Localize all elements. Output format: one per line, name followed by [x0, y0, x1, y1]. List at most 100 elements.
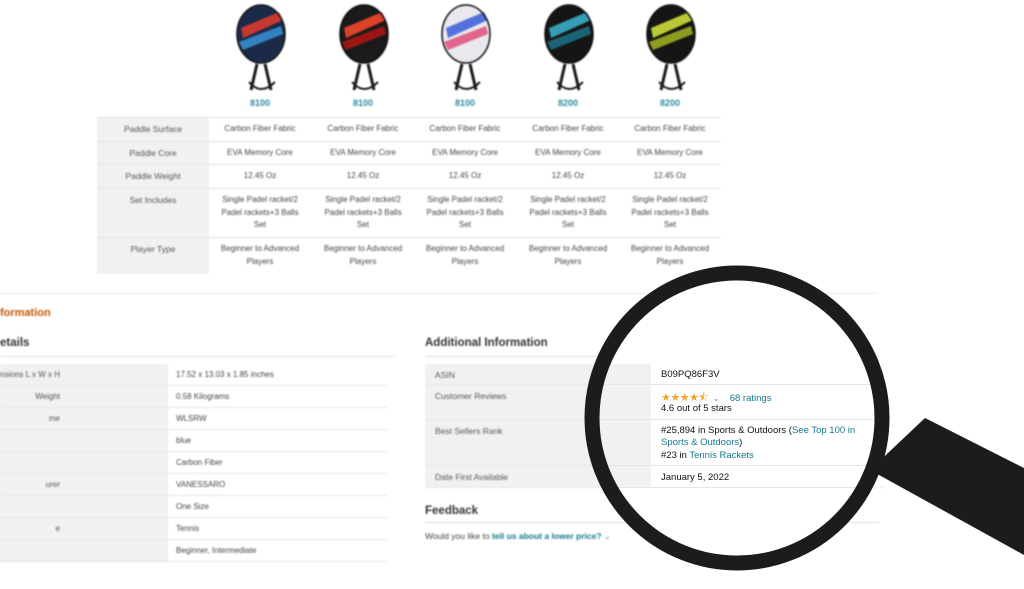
comparison-cell: Carbon Fiber Fabric [634, 124, 706, 133]
details-value: One Size [176, 502, 209, 511]
lens-row-divider [592, 465, 882, 466]
comparison-cell: 12.45 Oz [653, 171, 687, 180]
comparison-row: Player Type Beginner to Advanced Players B… [97, 237, 721, 274]
details-label [0, 452, 168, 473]
comparison-row: Set Includes Single Padel racket/2 Padel … [97, 188, 721, 238]
comparison-cell: Carbon Fiber Fabric [224, 124, 296, 133]
comparison-cell: Beginner to Advanced Players [425, 244, 505, 266]
details-label [0, 540, 168, 561]
paddle-racket-icon[interactable] [645, 4, 697, 94]
paddle-product[interactable]: 8100 [209, 0, 311, 115]
details-row: Weight 0.58 Kilograms [0, 386, 387, 408]
details-value: Tennis [176, 524, 200, 533]
comparison-cell: 12.45 Oz [448, 171, 482, 180]
comparison-cell: Carbon Fiber Fabric [429, 124, 501, 133]
comparison-cell: Beginner to Advanced Players [528, 244, 608, 266]
details-value: 0.58 Kilograms [176, 392, 230, 401]
comparison-cell: Single Padel racket/2 Padel rackets+3 Ba… [221, 195, 299, 229]
rank-1-text: #25,894 in Sports & Outdoors ( [661, 425, 792, 436]
customer-reviews-label: Customer Reviews [435, 391, 507, 401]
feedback-heading: Feedback [425, 505, 479, 517]
comparison-row-label: Paddle Weight [97, 165, 209, 189]
paddle-racket-icon[interactable] [543, 4, 595, 94]
comparison-cell: Carbon Fiber Fabric [532, 124, 604, 133]
rating-text: 4.6 out of 5 stars [661, 403, 732, 414]
comparison-cell: EVA Memory Core [330, 148, 396, 157]
technical-details-heading: etails [0, 337, 30, 349]
details-label [0, 430, 168, 451]
tennis-rackets-link[interactable]: Tennis Rackets [689, 450, 753, 461]
magnifier-lens: B09PQ86F3V ★★★★⯪ ⌄ 68 ratings 4.6 out of … [592, 273, 882, 563]
lens-row-divider [592, 419, 882, 420]
paddle-product[interactable]: 8100 [414, 0, 516, 115]
comparison-cell: Single Padel racket/2 Padel rackets+3 Ba… [529, 195, 607, 229]
details-row: One Size [0, 496, 387, 518]
paddle-racket-icon[interactable] [440, 4, 492, 94]
comparison-cell: EVA Memory Core [432, 148, 498, 157]
rank-line-1: #25,894 in Sports & Outdoors (See Top 10… [661, 425, 855, 436]
comparison-cell: EVA Memory Core [637, 148, 703, 157]
date-first-available-value: January 5, 2022 [661, 472, 730, 483]
paddle-model-link[interactable]: 8200 [517, 98, 619, 108]
ratings-count-link[interactable]: 68 ratings [730, 393, 772, 404]
best-sellers-rank-label: Best Sellers Rank [435, 426, 503, 436]
details-label: e [0, 518, 168, 539]
rank-line-2: Sports & Outdoors) [661, 437, 742, 448]
details-value: VANESSARO [176, 480, 226, 489]
details-heading-underline [0, 356, 395, 357]
product-information-heading: formation [0, 307, 51, 319]
asin-value: B09PQ86F3V [661, 369, 720, 380]
details-row: Beginner, Intermediate [0, 540, 387, 562]
comparison-cell: EVA Memory Core [535, 148, 601, 157]
see-top-100-link[interactable]: See Top 100 in [792, 425, 855, 436]
details-label [0, 496, 168, 517]
rank-1-close: ) [739, 437, 743, 448]
paddle-model-link[interactable]: 8100 [209, 98, 311, 108]
details-row: me WLSRW [0, 408, 387, 430]
details-row: blue [0, 430, 387, 452]
comparison-cell: Beginner to Advanced Players [323, 244, 403, 266]
sports-outdoors-link[interactable]: Sports & Outdoors [661, 437, 739, 448]
paddle-model-link[interactable]: 8100 [414, 98, 516, 108]
details-label: age Dimensions L x W x H [0, 364, 168, 385]
date-first-available-label: Date First Available [435, 472, 509, 482]
details-value: blue [176, 436, 192, 445]
details-value: WLSRW [176, 414, 207, 423]
magnifier-handle [870, 418, 1024, 555]
details-row: age Dimensions L x W x H 17.52 x 13.03 x … [0, 364, 387, 386]
feedback-prompt-text: Would you like to [425, 531, 492, 541]
lens-label-column [592, 364, 651, 487]
comparison-row-label: Paddle Core [97, 142, 209, 165]
details-row: urer VANESSARO [0, 474, 387, 496]
rating-chevron-icon[interactable]: ⌄ [713, 394, 720, 403]
comparison-cell: Single Padel racket/2 Padel rackets+3 Ba… [324, 195, 402, 229]
rank-line-3: #23 in Tennis Rackets [661, 450, 754, 461]
feedback-prompt: Would you like to tell us about a lower … [425, 531, 611, 542]
lens-row-divider [592, 384, 882, 385]
details-row: Carbon Fiber [0, 452, 387, 474]
comparison-row-label: Paddle Surface [97, 118, 209, 142]
asin-label: ASIN [435, 370, 455, 380]
paddle-product[interactable]: 8200 [517, 0, 619, 115]
comparison-cell: EVA Memory Core [227, 148, 293, 157]
paddle-model-link[interactable]: 8100 [312, 98, 414, 108]
comparison-row-label: Player Type [97, 238, 209, 274]
comparison-cell: 12.45 Oz [243, 171, 277, 180]
comparison-row-label: Set Includes [97, 189, 209, 238]
details-value: Carbon Fiber [176, 458, 223, 467]
lower-price-link[interactable]: tell us about a lower price? [492, 531, 602, 541]
comparison-row: Paddle Core EVA Memory Core EVA Memory Cor… [97, 141, 721, 165]
paddle-racket-icon[interactable] [235, 4, 287, 94]
paddle-model-link[interactable]: 8200 [619, 98, 721, 108]
paddle-product[interactable]: 8100 [312, 0, 414, 115]
comparison-cell: 12.45 Oz [346, 171, 380, 180]
paddle-racket-icon[interactable] [338, 4, 390, 94]
details-value: Beginner, Intermediate [176, 546, 257, 555]
comparison-cell: Beginner to Advanced Players [630, 244, 710, 266]
paddle-product[interactable]: 8200 [619, 0, 721, 115]
comparison-cell: Beginner to Advanced Players [220, 244, 300, 266]
comparison-cell: Single Padel racket/2 Padel rackets+3 Ba… [631, 195, 709, 229]
comparison-cell: 12.45 Oz [551, 171, 585, 180]
details-label: urer [0, 474, 168, 495]
details-row: e Tennis [0, 518, 387, 540]
